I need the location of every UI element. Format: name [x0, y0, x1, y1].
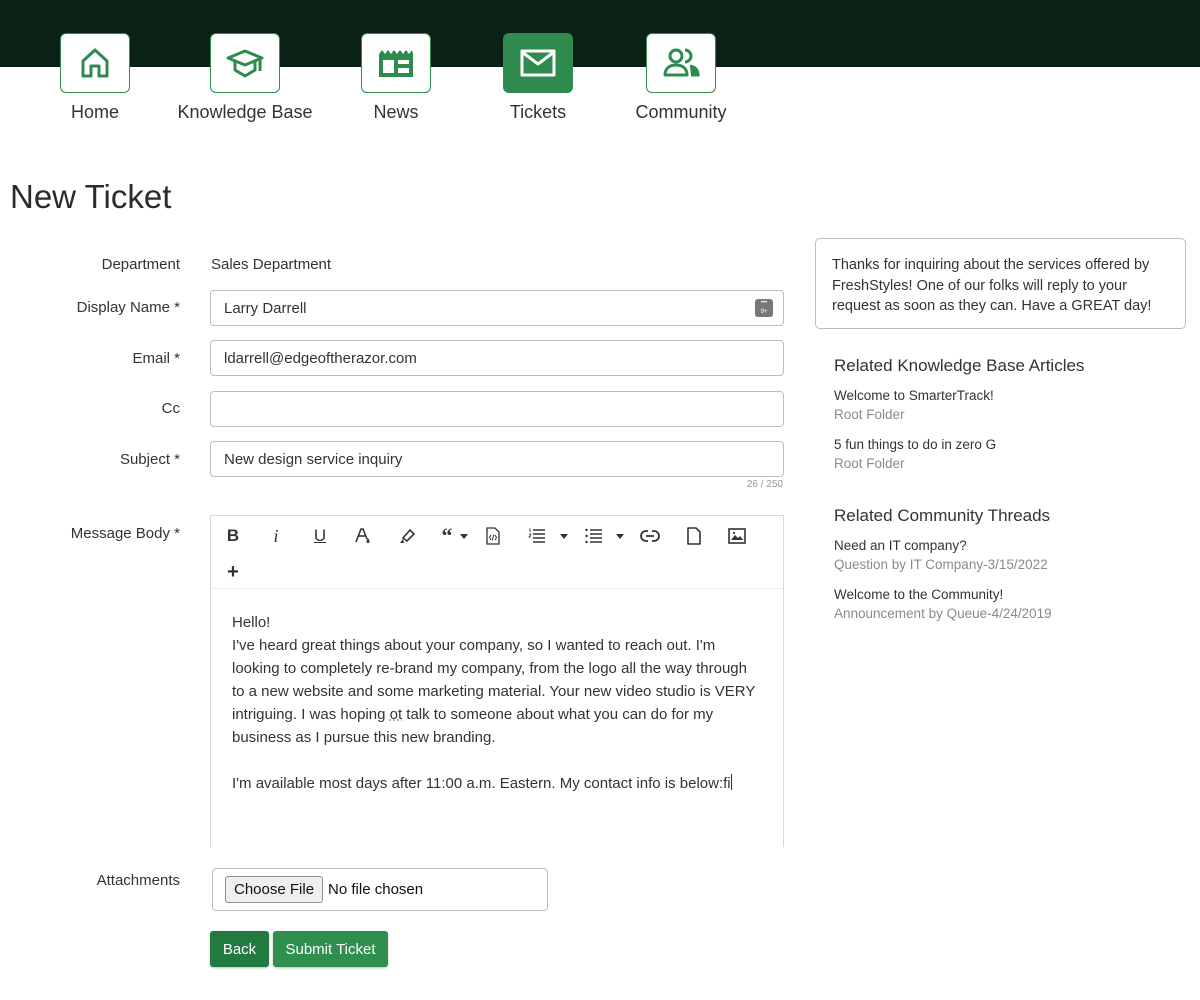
envelope-icon — [520, 49, 556, 77]
community-thread-link[interactable]: Need an IT company? — [834, 538, 967, 553]
nav-community[interactable]: Community — [635, 33, 727, 123]
attachments-label: Attachments — [96, 872, 180, 889]
nav-tile — [503, 33, 573, 93]
nav-tile — [60, 33, 130, 93]
users-icon — [663, 48, 700, 77]
email-input[interactable]: ldarrell@edgeoftherazor.com — [210, 340, 784, 376]
cc-input[interactable] — [210, 391, 784, 427]
nav-tile — [361, 33, 431, 93]
text-cursor — [730, 774, 732, 790]
kb-article-link[interactable]: 5 fun things to do in zero G — [834, 437, 996, 452]
home-icon — [81, 48, 109, 78]
nav-tile — [646, 33, 716, 93]
kb-article-folder: Root Folder — [834, 407, 905, 422]
nav-tickets[interactable]: Tickets — [503, 33, 573, 123]
department-label: Department — [101, 256, 180, 273]
ordered-list-dropdown[interactable] — [559, 522, 569, 550]
department-info-box: Thanks for inquiring about the services … — [815, 238, 1186, 329]
file-icon[interactable] — [680, 522, 708, 550]
ordered-list-icon[interactable] — [523, 522, 551, 550]
kb-articles-heading: Related Knowledge Base Articles — [834, 356, 1085, 375]
kb-article-folder: Root Folder — [834, 456, 905, 471]
main-nav: Home Knowledge Base News Tickets Communi… — [0, 33, 1200, 133]
community-thread-meta: Question by IT Company-3/15/2022 — [834, 557, 1048, 572]
community-threads-heading: Related Community Threads — [834, 506, 1051, 525]
file-status: No file chosen — [328, 881, 424, 898]
message-text: I'm available most days after 11:00 a.m.… — [232, 775, 731, 792]
unordered-list-icon[interactable] — [580, 522, 608, 550]
nav-home[interactable]: Home — [60, 33, 130, 123]
subject-value: New design service inquiry — [224, 450, 403, 468]
kb-article-link[interactable]: Welcome to SmarterTrack! — [834, 388, 994, 403]
link-icon[interactable] — [636, 522, 664, 550]
back-button[interactable]: Back — [210, 931, 269, 967]
message-editor: B i U “ + Hello! I've heard great things… — [210, 515, 784, 847]
nav-label: Home — [70, 102, 119, 122]
choose-file-button[interactable]: Choose File — [225, 876, 324, 903]
unordered-list-dropdown[interactable] — [615, 522, 625, 550]
blockquote-icon[interactable]: “ — [433, 522, 461, 550]
editor-toolbar: B i U “ + — [211, 516, 783, 589]
display-name-value: Larry Darrell — [224, 299, 307, 317]
highlight-icon[interactable] — [393, 522, 421, 550]
submit-ticket-button[interactable]: Submit Ticket — [273, 931, 388, 967]
display-name-input[interactable]: Larry Darrell ••• 9+ — [210, 290, 784, 326]
nav-label: Tickets — [509, 102, 567, 122]
nav-label: Knowledge Base — [177, 102, 313, 122]
nav-label: News — [373, 102, 419, 122]
community-thread-meta: Announcement by Queue-4/24/2019 — [834, 606, 1052, 621]
spelling-error: ot — [389, 706, 403, 723]
department-value: Sales Department — [211, 256, 332, 273]
image-icon[interactable] — [723, 522, 751, 550]
underline-icon[interactable]: U — [306, 522, 334, 550]
code-view-icon[interactable] — [479, 522, 507, 550]
newspaper-icon — [379, 50, 413, 77]
nav-label: Community — [635, 102, 727, 122]
email-value: ldarrell@edgeoftherazor.com — [224, 349, 417, 367]
subject-char-counter: 26 / 250 — [746, 479, 783, 490]
message-paragraph: I've heard great things about your compa… — [232, 634, 762, 749]
subject-label: Subject * — [119, 451, 180, 468]
blockquote-dropdown[interactable] — [459, 522, 469, 550]
bold-icon[interactable]: B — [219, 522, 247, 550]
more-plus-icon[interactable]: + — [219, 558, 247, 586]
contact-card-icon[interactable]: ••• 9+ — [755, 299, 773, 317]
message-body-input[interactable]: Hello! I've heard great things about you… — [211, 589, 783, 817]
nav-news[interactable]: News — [361, 33, 431, 123]
community-thread-link[interactable]: Welcome to the Community! — [834, 587, 1003, 602]
cc-label: Cc — [161, 400, 180, 417]
nav-tile — [210, 33, 280, 93]
subject-input[interactable]: New design service inquiry — [210, 441, 784, 477]
message-body-label: Message Body * — [70, 525, 180, 542]
email-label: Email * — [132, 350, 180, 367]
display-name-label: Display Name * — [76, 299, 180, 316]
text-color-icon[interactable] — [349, 522, 377, 550]
file-input[interactable]: Choose File No file chosen — [212, 868, 548, 911]
page-title: New Ticket — [10, 178, 172, 215]
nav-knowledge-base[interactable]: Knowledge Base — [177, 33, 313, 123]
message-paragraph: I'm available most days after 11:00 a.m.… — [232, 772, 762, 795]
italic-icon[interactable]: i — [262, 522, 290, 550]
graduation-cap-icon — [226, 49, 264, 78]
message-line: Hello! — [232, 614, 271, 631]
